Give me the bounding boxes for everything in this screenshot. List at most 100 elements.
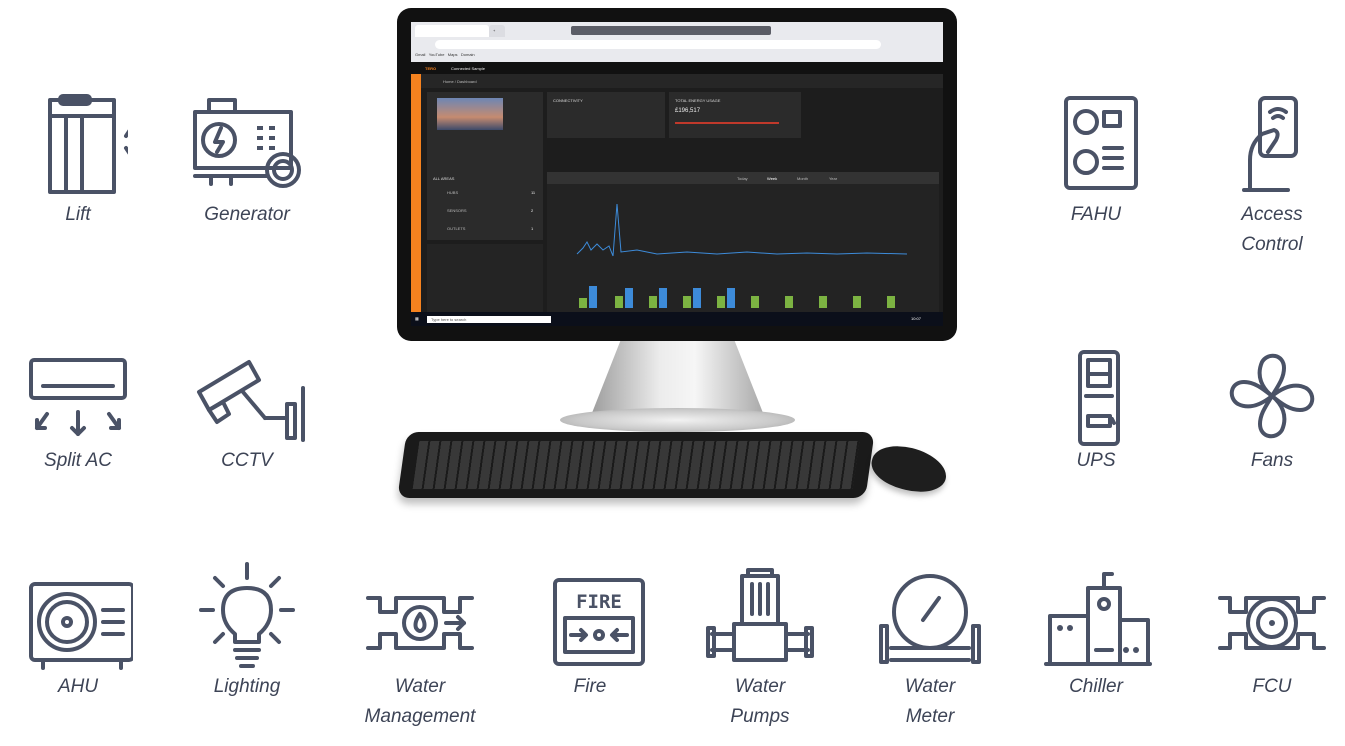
generator-label: Generator bbox=[204, 204, 290, 225]
water-pumps-label-line1: Water bbox=[734, 676, 786, 697]
windows-start-icon[interactable]: ▦ bbox=[415, 316, 419, 321]
cctv-label: CCTV bbox=[221, 450, 273, 471]
monitor-stand-neck bbox=[590, 338, 765, 418]
ahu-icon bbox=[29, 582, 133, 670]
bookmarks-bar: Gmail YouTube Maps Domain bbox=[415, 52, 475, 57]
taskbar-search[interactable]: Type here to search bbox=[427, 316, 551, 323]
water-management-label-line1: Water bbox=[394, 676, 446, 697]
water-valve-icon bbox=[366, 596, 474, 650]
fire-label: Fire bbox=[573, 676, 607, 697]
water-pumps-label-line2: Pumps bbox=[730, 706, 790, 727]
energy-bar bbox=[675, 122, 779, 124]
fahu-label: FAHU bbox=[1070, 204, 1122, 225]
browser-tab[interactable] bbox=[415, 25, 489, 37]
water-pump-icon bbox=[706, 568, 814, 662]
taskbar-clock: 10:07 bbox=[911, 316, 922, 321]
list-panel bbox=[427, 244, 543, 312]
app-breadcrumb-bar: Home / Dashboard bbox=[421, 74, 943, 88]
device-tile-fcu: FCU bbox=[1207, 576, 1337, 702]
water-management-label-line2: Management bbox=[364, 706, 476, 727]
water-meter-label-line2: Meter bbox=[905, 706, 955, 727]
device-tile-generator: Generator bbox=[182, 90, 312, 230]
notification-bar bbox=[571, 26, 771, 35]
ups-icon bbox=[1078, 350, 1120, 446]
new-tab-button[interactable]: + bbox=[489, 25, 505, 37]
mouse bbox=[867, 439, 951, 499]
energy-card: TOTAL ENERGY USAGE £196,517 bbox=[669, 92, 801, 138]
app-header: TERO Connected Sample bbox=[411, 62, 943, 74]
taskbar: ▦ Type here to search 10:07 bbox=[411, 312, 943, 326]
app-sidebar bbox=[411, 74, 421, 314]
keyboard bbox=[397, 432, 875, 498]
access-control-label-line1: Access bbox=[1241, 204, 1303, 225]
address-bar[interactable] bbox=[435, 40, 881, 49]
chart-toolbar: Today Week Month Year bbox=[547, 172, 939, 184]
device-tile-fans: Fans bbox=[1207, 346, 1337, 476]
monitor-stand-base bbox=[560, 408, 795, 432]
app-title: Connected Sample bbox=[451, 66, 486, 71]
area-count: 11 bbox=[531, 190, 536, 195]
ups-label: UPS bbox=[1076, 450, 1116, 471]
split-ac-icon bbox=[29, 358, 127, 436]
area-count: 1 bbox=[531, 226, 534, 231]
areas-panel: ALL AREAS HUBS 11 SENSORS 2 OUTLETS 1 bbox=[427, 170, 543, 240]
chiller-label: Chiller bbox=[1069, 676, 1123, 697]
light-bulb-icon bbox=[199, 562, 295, 668]
device-tile-water-meter: Water Meter bbox=[865, 568, 995, 732]
device-tile-lift: Lift bbox=[13, 90, 143, 230]
access-control-label-line2: Control bbox=[1241, 234, 1303, 255]
fahu-icon bbox=[1064, 96, 1138, 190]
areas-title: ALL AREAS bbox=[433, 176, 455, 181]
chiller-icon bbox=[1044, 572, 1152, 666]
device-tile-ups: UPS bbox=[1031, 346, 1161, 476]
ahu-label: AHU bbox=[57, 676, 99, 697]
connectivity-card: CONNECTIVITY bbox=[547, 92, 665, 138]
fire-alarm-icon: FIRE bbox=[553, 578, 645, 666]
device-tile-access-control: Access Control bbox=[1207, 90, 1337, 260]
fans-label: Fans bbox=[1250, 450, 1294, 471]
fire-icon-text: FIRE bbox=[576, 591, 622, 613]
device-tile-cctv: CCTV bbox=[182, 352, 312, 476]
energy-title: TOTAL ENERGY USAGE bbox=[675, 98, 721, 103]
device-tile-fire: FIRE Fire bbox=[525, 576, 655, 702]
lift-icon bbox=[48, 94, 128, 194]
chart-tab[interactable]: Week bbox=[767, 176, 777, 181]
lighting-label: Lighting bbox=[213, 676, 281, 697]
app-logo: TERO bbox=[425, 66, 437, 71]
lift-label: Lift bbox=[65, 204, 91, 225]
chart-tab[interactable]: Year bbox=[829, 176, 837, 181]
device-tile-water-pumps: Water Pumps bbox=[695, 568, 825, 732]
split-ac-label: Split AC bbox=[44, 450, 112, 471]
screen-chart bbox=[576, 203, 908, 308]
water-meter-label: Water Meter bbox=[865, 672, 995, 732]
area-row[interactable]: HUBS bbox=[447, 190, 458, 195]
area-row[interactable]: SENSORS bbox=[447, 208, 467, 213]
connectivity-title: CONNECTIVITY bbox=[553, 98, 583, 103]
fcu-icon bbox=[1218, 596, 1326, 650]
fcu-label: FCU bbox=[1252, 676, 1292, 697]
water-meter-icon bbox=[879, 574, 981, 664]
energy-value: £196,517 bbox=[675, 108, 701, 114]
fan-icon bbox=[1229, 353, 1315, 439]
area-count: 2 bbox=[531, 208, 534, 213]
breadcrumb: Home / Dashboard bbox=[443, 79, 477, 84]
device-tile-lighting: Lighting bbox=[182, 558, 312, 702]
cctv-icon bbox=[197, 360, 305, 442]
water-pumps-label: Water Pumps bbox=[695, 672, 825, 732]
site-panel bbox=[427, 92, 543, 172]
chart-panel: Today Week Month Year bbox=[547, 172, 939, 314]
water-management-label: Water Management bbox=[355, 672, 485, 732]
device-tile-split-ac: Split AC bbox=[13, 352, 143, 476]
water-meter-label-line1: Water bbox=[904, 676, 956, 697]
chart-tab[interactable]: Today bbox=[737, 176, 748, 181]
monitor: + Gmail YouTube Maps Domain TERO Connect… bbox=[397, 8, 957, 341]
device-tile-fahu: FAHU bbox=[1031, 90, 1161, 230]
monitor-screen: + Gmail YouTube Maps Domain TERO Connect… bbox=[411, 22, 943, 326]
chart-tab[interactable]: Month bbox=[797, 176, 808, 181]
generator-icon bbox=[193, 98, 301, 188]
area-row[interactable]: OUTLETS bbox=[447, 226, 465, 231]
device-tile-chiller: Chiller bbox=[1031, 568, 1161, 702]
device-tile-water-management: Water Management bbox=[355, 576, 485, 732]
city-image bbox=[437, 98, 503, 130]
device-tile-ahu: AHU bbox=[13, 576, 143, 702]
